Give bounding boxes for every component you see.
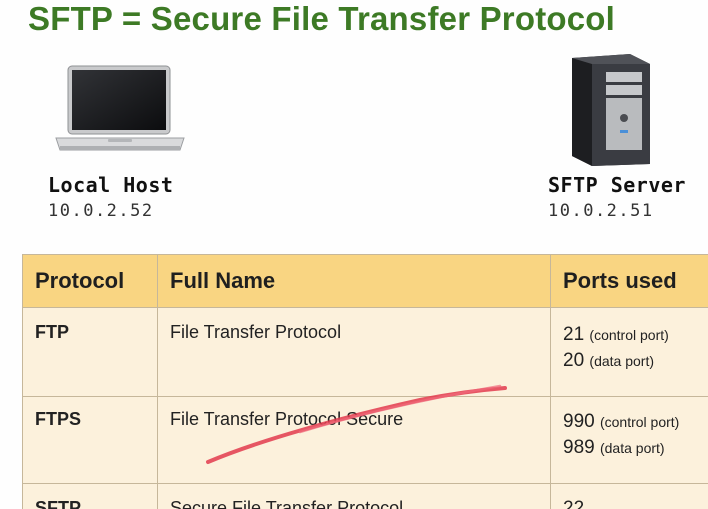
ports-cell: 990 (control port) 989 (data port) (550, 396, 708, 484)
port-number: 989 (563, 437, 595, 458)
port-line: 20 (data port) (563, 348, 708, 374)
protocol-cell: FTP (22, 307, 158, 397)
ports-cell: 21 (control port) 20 (data port) (550, 307, 708, 397)
port-number: 22 (563, 497, 585, 509)
port-note: (data port) (599, 440, 665, 456)
table-row: FTPS File Transfer Protocol Secure 990 (… (22, 396, 708, 484)
port-number: 990 (563, 411, 595, 432)
slide-title: SFTP = Secure File Transfer Protocol (28, 0, 616, 37)
ports-cell: 22 (550, 483, 708, 509)
local-host-name: Local Host (48, 173, 174, 197)
port-line: 990 (control port) (563, 409, 708, 435)
table-row: FTP File Transfer Protocol 21 (control p… (22, 307, 708, 397)
slide: SFTP = Secure File Transfer Protocol Loc… (0, 0, 708, 509)
table-header-row: Protocol Full Name Ports used (22, 254, 708, 308)
local-host-ip: 10.0.2.52 (48, 201, 154, 221)
server-tower-icon (572, 54, 650, 166)
header-ports-used: Ports used (550, 254, 708, 308)
table-row: SFTP Secure File Transfer Protocol 22 (22, 483, 708, 509)
port-number: 20 (563, 350, 585, 371)
port-note: (control port) (589, 327, 669, 343)
port-line: 22 (563, 496, 708, 509)
header-protocol: Protocol (22, 254, 158, 308)
port-note: (control port) (599, 414, 680, 430)
sftp-server-name: SFTP Server (548, 173, 686, 197)
full-name-cell: Secure File Transfer Protocol (157, 483, 551, 509)
laptop-icon (55, 65, 185, 151)
sftp-server-ip: 10.0.2.51 (548, 201, 654, 221)
sftp-server-label: SFTP Server 10.0.2.51 (548, 172, 686, 224)
protocol-table: Protocol Full Name Ports used FTP File T… (22, 254, 708, 509)
full-name-cell: File Transfer Protocol Secure (157, 396, 551, 484)
local-host-label: Local Host 10.0.2.52 (48, 172, 173, 224)
port-number: 21 (563, 324, 585, 345)
header-full-name: Full Name (157, 254, 551, 308)
port-line: 989 (data port) (563, 435, 708, 461)
port-line: 21 (control port) (563, 322, 708, 348)
full-name-cell: File Transfer Protocol (157, 307, 551, 397)
protocol-cell: FTPS (22, 396, 158, 484)
protocol-cell: SFTP (22, 483, 158, 509)
port-note: (data port) (589, 353, 655, 369)
